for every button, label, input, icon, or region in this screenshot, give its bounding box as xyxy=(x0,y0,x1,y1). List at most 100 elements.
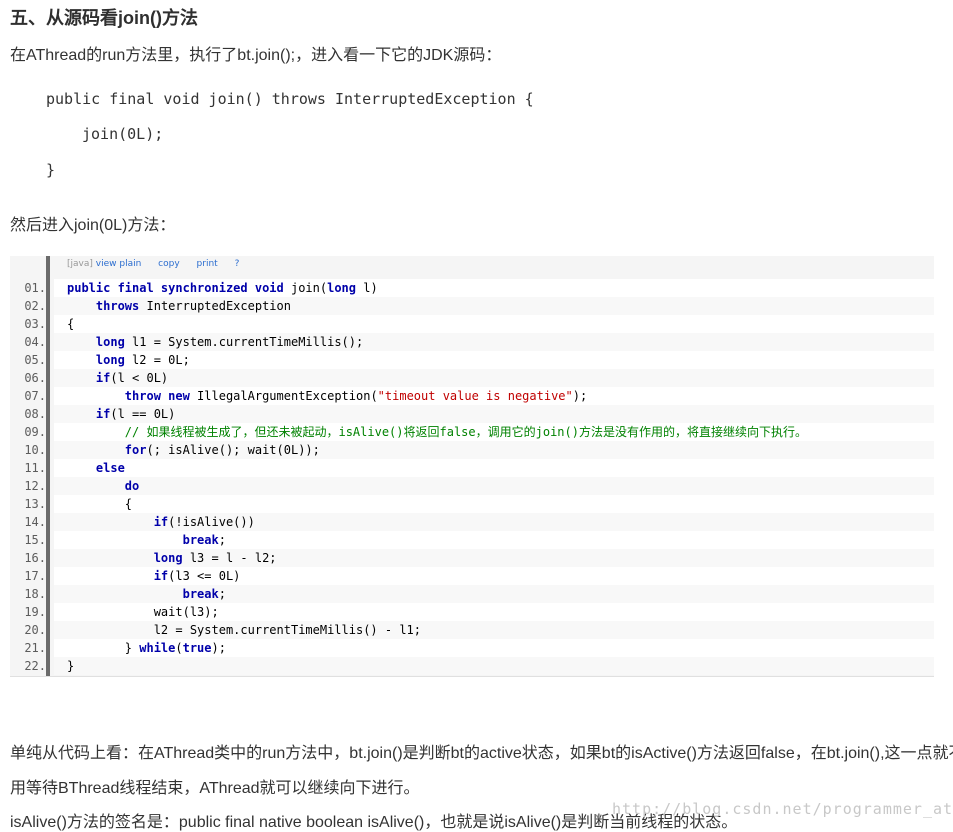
code-keyword: throw new xyxy=(124,389,190,403)
code-keyword: break xyxy=(182,587,219,601)
code-line: 06. if(l < 0L) xyxy=(10,369,934,387)
code-token: ; xyxy=(218,533,226,547)
code-text: throws InterruptedException xyxy=(54,297,934,315)
code-keyword: if xyxy=(95,407,111,421)
code-keyword: else xyxy=(95,461,125,475)
line-number: 17. xyxy=(24,569,46,583)
line-number: 04. xyxy=(24,335,46,349)
code-token: wait(l3); xyxy=(67,605,219,619)
line-number: 21. xyxy=(24,641,46,655)
code-line: 07. throw new IllegalArgumentException("… xyxy=(10,387,934,405)
code-keyword: true xyxy=(182,641,212,655)
line-number: 02. xyxy=(24,299,46,313)
line-number: 19. xyxy=(24,605,46,619)
code-line: 10. for(; isAlive(); wait(0L)); xyxy=(10,441,934,459)
then-paragraph: 然后进入join(0L)方法： xyxy=(10,217,176,234)
view-plain-link[interactable]: view plain xyxy=(96,259,142,269)
code-text: break; xyxy=(54,585,934,603)
copy-link[interactable]: copy xyxy=(158,259,180,269)
line-number: 11. xyxy=(24,461,46,475)
print-link[interactable]: print xyxy=(197,259,218,269)
code-keyword: long xyxy=(95,335,125,349)
code-line: 14. if(!isAlive()) xyxy=(10,513,934,531)
code-keyword: throws xyxy=(95,299,140,313)
code-token: l1 = System.currentTimeMillis(); xyxy=(124,335,364,349)
code-keyword: long xyxy=(153,551,183,565)
join-signature-line: public final void join() throws Interrup… xyxy=(46,90,534,108)
code-token: l) xyxy=(356,281,378,295)
watermark: http://blog.csdn.net/programmer_at xyxy=(612,800,953,818)
code-comment: // 如果线程被生成了，但还未被起动，isAlive()将返回false，调用它… xyxy=(124,425,807,439)
code-text: long l2 = 0L; xyxy=(54,351,934,369)
code-line: 20. l2 = System.currentTimeMillis() - l1… xyxy=(10,621,934,639)
code-token: l2 = 0L; xyxy=(124,353,190,367)
explanation-line-2: 用等待BThread线程结束，AThread就可以继续向下进行。 xyxy=(10,780,420,797)
code-token: ( xyxy=(175,641,183,655)
code-text: long l3 = l - l2; xyxy=(54,549,934,567)
code-keyword: if xyxy=(95,371,111,385)
code-token: InterruptedException xyxy=(139,299,291,313)
code-line: 11. else xyxy=(10,459,934,477)
code-keyword: if xyxy=(153,515,169,529)
code-language-label: [java] xyxy=(67,259,93,269)
code-toolbar: [java] view plain copy print ? xyxy=(67,259,253,269)
code-text: long l1 = System.currentTimeMillis(); xyxy=(54,333,934,351)
code-string: "timeout value is negative" xyxy=(377,389,573,403)
code-token: } xyxy=(67,641,140,655)
line-number: 01. xyxy=(24,281,46,295)
code-line: 19. wait(l3); xyxy=(10,603,934,621)
help-link[interactable]: ? xyxy=(235,259,240,269)
code-text: for(; isAlive(); wait(0L)); xyxy=(54,441,934,459)
code-keyword: for xyxy=(124,443,147,457)
line-number: 16. xyxy=(24,551,46,565)
code-text: } while(true); xyxy=(54,639,934,657)
line-number: 22. xyxy=(24,659,46,673)
code-token: (l == 0L) xyxy=(110,407,176,421)
code-text: do xyxy=(54,477,934,495)
intro-paragraph: 在AThread的run方法里，执行了bt.join();，进入看一下它的JDK… xyxy=(10,47,502,64)
code-token: IllegalArgumentException( xyxy=(189,389,378,403)
code-text: break; xyxy=(54,531,934,549)
code-text: if(l < 0L) xyxy=(54,369,934,387)
code-keyword: break xyxy=(182,533,219,547)
closing-brace-line: } xyxy=(46,161,56,179)
line-number: 07. xyxy=(24,389,46,403)
code-token: (l < 0L) xyxy=(110,371,169,385)
code-token: ); xyxy=(572,389,588,403)
code-line: 12. do xyxy=(10,477,934,495)
code-text: l2 = System.currentTimeMillis() - l1; xyxy=(54,621,934,639)
code-line: 02. throws InterruptedException xyxy=(10,297,934,315)
code-text: { xyxy=(54,495,934,513)
code-token: (; isAlive(); wait(0L)); xyxy=(146,443,320,457)
code-line: 16. long l3 = l - l2; xyxy=(10,549,934,567)
line-number: 05. xyxy=(24,353,46,367)
code-line: 05. long l2 = 0L; xyxy=(10,351,934,369)
line-number: 14. xyxy=(24,515,46,529)
line-number: 10. xyxy=(24,443,46,457)
code-text: } xyxy=(54,657,934,675)
code-keyword: if xyxy=(153,569,169,583)
code-line: 18. break; xyxy=(10,585,934,603)
line-number: 09. xyxy=(24,425,46,439)
line-number: 15. xyxy=(24,533,46,547)
code-token: } xyxy=(67,659,75,673)
line-number: 20. xyxy=(24,623,46,637)
code-text: if(!isAlive()) xyxy=(54,513,934,531)
join-call-line: join(0L); xyxy=(82,125,164,143)
code-line: 08. if(l == 0L) xyxy=(10,405,934,423)
section-heading: 五、从源码看join()方法 xyxy=(10,8,198,28)
code-line: 21. } while(true); xyxy=(10,639,934,657)
code-text: throw new IllegalArgumentException("time… xyxy=(54,387,934,405)
